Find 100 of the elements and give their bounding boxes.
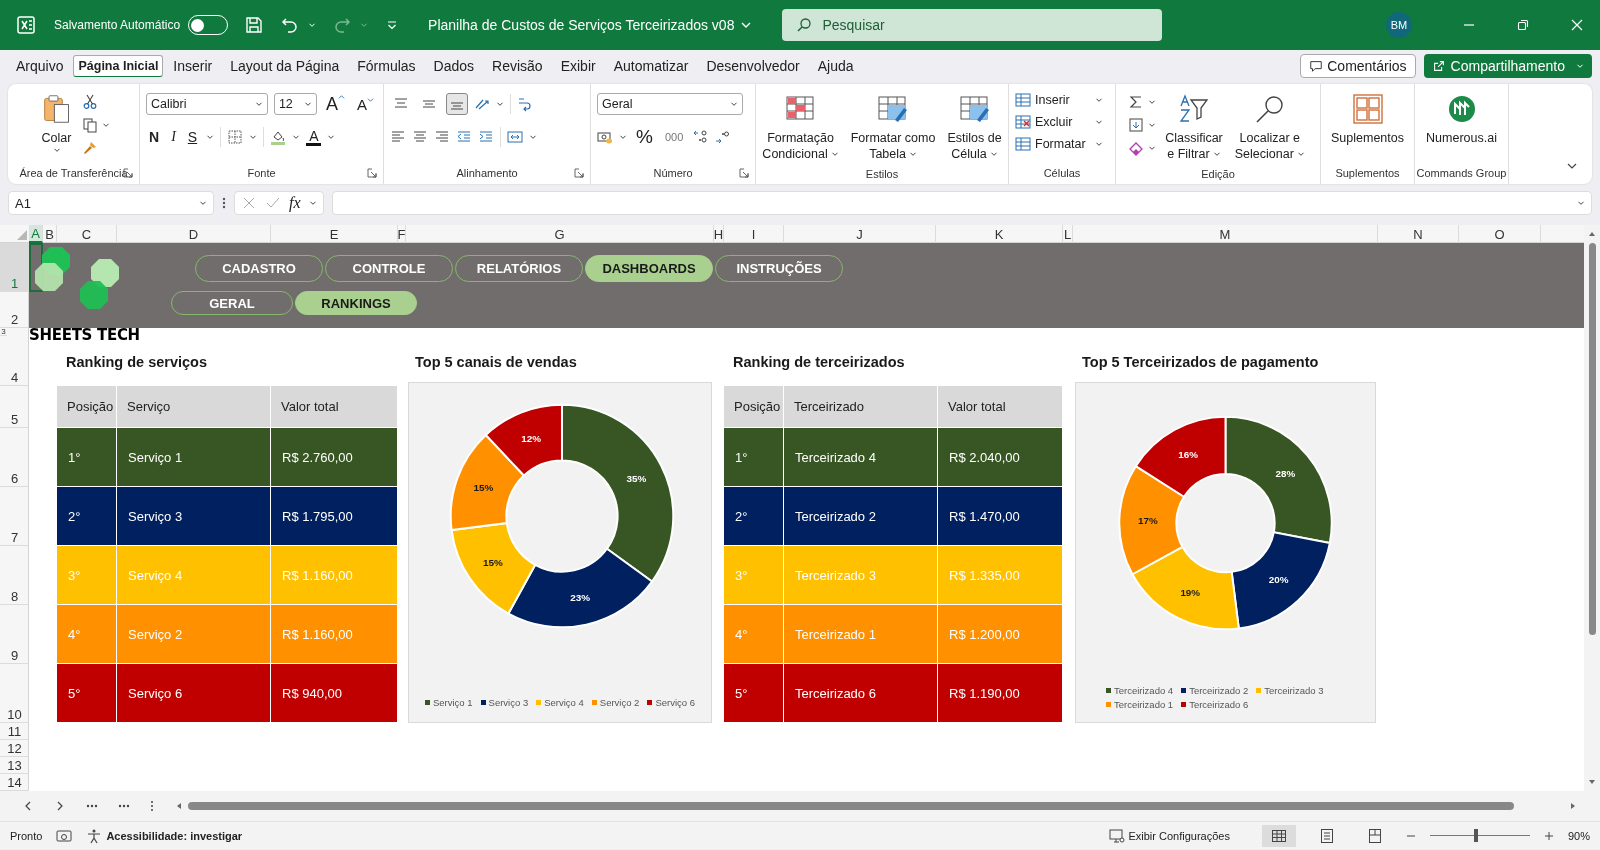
document-title[interactable]: Planilha de Custos de Serviços Terceirizados v08 (428, 17, 753, 33)
data-label: 19% (1180, 586, 1201, 598)
shrink-font-button[interactable]: A (354, 95, 377, 113)
column-header[interactable]: A (29, 225, 43, 243)
thousands-separator-button[interactable]: 000 (661, 131, 687, 143)
menu-tab[interactable]: Ajuda (809, 51, 862, 81)
menu-tab[interactable]: Página Inicial (73, 55, 164, 77)
row-header[interactable]: 13 (0, 757, 29, 774)
share-button[interactable]: Compartilhamento (1423, 54, 1592, 78)
paste-button[interactable]: Colar (37, 92, 76, 156)
view-button[interactable] (1261, 824, 1296, 847)
customize-toolbar-icon[interactable] (386, 19, 399, 31)
save-icon[interactable] (244, 15, 265, 35)
menu-tab[interactable]: Fórmulas (349, 51, 424, 81)
italic-button[interactable]: I (168, 129, 179, 145)
menu-tab[interactable]: Arquivo (8, 51, 72, 81)
name-box[interactable]: A1 (8, 191, 214, 215)
table-cell: R$ 1.200,00 (938, 605, 1063, 663)
styles-button[interactable]: Formatar como Tabela (847, 92, 939, 164)
search-field[interactable]: Pesquisar (782, 9, 1163, 41)
font-name-select[interactable]: Calibri (146, 93, 268, 115)
scissors-icon[interactable] (81, 94, 98, 110)
merge-cells-icon[interactable] (507, 129, 523, 145)
row-header[interactable]: 10 (0, 664, 29, 723)
splitter-handle-icon[interactable] (150, 800, 154, 812)
currency-icon[interactable] (597, 129, 613, 145)
menu-tab[interactable]: Exibir (552, 51, 604, 81)
row-header[interactable]: 3 (0, 328, 7, 336)
vertical-align-icon[interactable] (446, 93, 468, 115)
menu-tab[interactable]: Revisão (484, 51, 551, 81)
underline-button[interactable]: S (184, 129, 201, 145)
row-header[interactable]: 8 (0, 546, 29, 605)
caret-icon (327, 133, 336, 141)
zoom-in-icon[interactable] (1543, 830, 1554, 841)
spreadsheet-icon[interactable] (16, 15, 36, 35)
formula-input[interactable] (331, 191, 1592, 215)
nav-button[interactable]: DASHBOARDS (585, 255, 713, 282)
cells-button[interactable]: Inserir (1015, 92, 1109, 108)
menu-tab[interactable]: Dados (425, 51, 483, 81)
increase-decimal-icon[interactable] (692, 129, 709, 145)
align-left-icon[interactable] (390, 129, 406, 145)
row-header[interactable]: 5 (0, 386, 29, 428)
dialog-launcher-icon[interactable] (367, 168, 377, 178)
user-avatar[interactable]: BM (1386, 12, 1412, 38)
vertical-scrollbar[interactable] (1584, 225, 1600, 791)
row-header[interactable]: 1 (0, 243, 29, 292)
font-color-button[interactable]: A (306, 128, 322, 146)
row-header[interactable]: 12 (0, 740, 29, 757)
table-cell: R$ 1.470,00 (938, 487, 1063, 545)
row-header[interactable]: 4 (0, 338, 29, 386)
menu-tab[interactable]: Desenvolvedor (698, 51, 808, 81)
grow-font-button[interactable]: A (322, 93, 348, 115)
legend-swatch (1256, 688, 1262, 693)
percent-button[interactable]: % (633, 126, 656, 148)
row-header[interactable]: 6 (0, 428, 29, 487)
close-icon[interactable] (1569, 17, 1585, 33)
cells-button[interactable]: Formatar (1015, 136, 1109, 152)
row-header[interactable]: 9 (0, 605, 29, 664)
borders-icon[interactable] (227, 129, 244, 145)
caret-icon (830, 150, 839, 158)
dialog-launcher-icon[interactable] (574, 168, 584, 178)
menu-tab[interactable]: Layout da Página (222, 51, 348, 81)
zoom-level[interactable]: 90% (1567, 829, 1590, 842)
monitor-gear-icon (1109, 827, 1126, 844)
group-label: Alinhamento (456, 167, 518, 179)
more-options-icon[interactable] (222, 195, 226, 211)
legend-label: Terceirizado 4 (1114, 685, 1174, 696)
nav-button[interactable]: RANKINGS (295, 291, 417, 315)
row-header[interactable]: 7 (0, 487, 29, 546)
table-cell: 4° (724, 605, 784, 663)
insert-function-button[interactable]: fx (289, 194, 301, 212)
align-right-icon[interactable] (434, 129, 450, 145)
row-header[interactable]: 11 (0, 723, 29, 740)
comments-button[interactable]: Comentários (1300, 54, 1416, 78)
menu-tab[interactable]: Automatizar (605, 51, 697, 81)
macro-record-icon[interactable] (56, 827, 73, 844)
restore-icon[interactable] (1515, 17, 1531, 33)
addins-button[interactable]: Suplementos (1328, 92, 1407, 148)
styles-button[interactable]: Estilos de Célula (944, 92, 1005, 164)
fill-color-icon[interactable] (270, 129, 287, 145)
eraser-icon[interactable] (1128, 140, 1145, 156)
number-format-select[interactable]: Geral (597, 93, 743, 115)
display-settings-button[interactable]: Exibir Configurações (1109, 827, 1230, 844)
format-painter-icon[interactable] (81, 140, 98, 156)
cells-button[interactable]: Excluir (1015, 114, 1109, 130)
dialog-launcher-icon[interactable] (739, 168, 749, 178)
wrap-text-icon[interactable] (517, 96, 533, 112)
bold-button[interactable]: N (146, 129, 163, 145)
editing-button[interactable]: Classificar e Filtrar (1162, 92, 1226, 164)
decrease-decimal-icon[interactable] (714, 129, 731, 145)
copy-icon[interactable] (81, 117, 98, 133)
align-center-icon[interactable] (412, 129, 428, 145)
styles-button[interactable]: Formatação Condicional (759, 92, 842, 164)
table-cell: Terceirizado 1 (784, 605, 938, 663)
font-size-select[interactable]: 12 (273, 93, 317, 115)
numerous-button[interactable]: Numerous.ai (1423, 92, 1500, 148)
menu-tab[interactable]: Inserir (165, 51, 221, 81)
fill-down-icon[interactable] (1128, 117, 1145, 133)
editing-button[interactable]: Localizar e Selecionar (1231, 92, 1308, 164)
accessibility-button[interactable]: Acessibilidade: investigar (86, 827, 243, 844)
